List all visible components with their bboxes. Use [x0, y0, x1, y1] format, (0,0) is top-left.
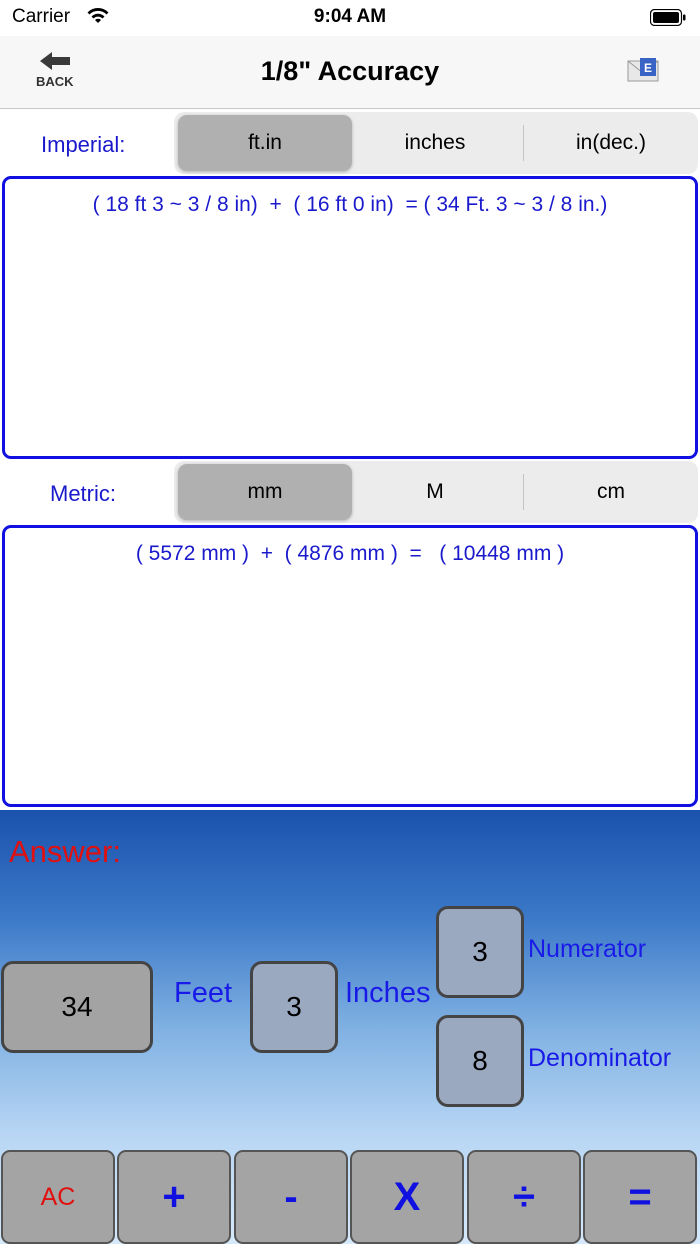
metric-result-box[interactable]: ( 5572 mm ) + ( 4876 mm ) = ( 10448 mm ): [2, 525, 698, 807]
denominator-label: Denominator: [528, 1044, 672, 1072]
segment-mm[interactable]: mm: [178, 464, 352, 520]
subtract-button[interactable]: -: [234, 1150, 348, 1244]
imperial-result-text: ( 18 ft 3 ~ 3 / 8 in) + ( 16 ft 0 in) = …: [92, 193, 608, 216]
status-bar: Carrier 9:04 AM: [0, 0, 700, 36]
segment-cm[interactable]: cm: [524, 461, 698, 523]
metric-row: Metric: mm M cm: [0, 461, 700, 525]
segment-m[interactable]: M: [348, 461, 522, 523]
svg-text:E: E: [644, 61, 652, 75]
segment-ft-in[interactable]: ft.in: [178, 115, 352, 171]
page-title: 1/8" Accuracy: [260, 56, 440, 86]
clock: 9:04 AM: [313, 6, 387, 27]
add-button[interactable]: +: [117, 1150, 231, 1244]
multiply-button[interactable]: X: [350, 1150, 464, 1244]
imperial-segmented-control: ft.in inches in(dec.): [174, 112, 698, 174]
mail-icon: E: [627, 58, 659, 82]
answer-label: Answer:: [9, 834, 121, 869]
numerator-value-field[interactable]: 3: [436, 906, 524, 998]
feet-value-field[interactable]: 34: [1, 961, 153, 1053]
metric-result-text: ( 5572 mm ) + ( 4876 mm ) = ( 10448 mm ): [135, 542, 565, 565]
navigation-bar: BACK 1/8" Accuracy E: [0, 36, 700, 109]
operator-row: AC + - X ÷ =: [0, 1150, 700, 1244]
numerator-label: Numerator: [528, 935, 647, 963]
all-clear-button[interactable]: AC: [1, 1150, 115, 1244]
imperial-row: Imperial: ft.in inches in(dec.): [0, 112, 700, 176]
equals-button[interactable]: =: [583, 1150, 697, 1244]
metric-segmented-control: mm M cm: [174, 461, 698, 523]
denominator-value-field[interactable]: 8: [436, 1015, 524, 1107]
metric-label: Metric:: [50, 481, 116, 506]
calculator-panel: Answer: 34 Feet 3 Inches 3 Numerator 8 D…: [0, 810, 700, 1244]
battery-icon: [650, 9, 686, 26]
imperial-result-box[interactable]: ( 18 ft 3 ~ 3 / 8 in) + ( 16 ft 0 in) = …: [2, 176, 698, 459]
feet-label: Feet: [174, 977, 233, 1009]
divide-button[interactable]: ÷: [467, 1150, 581, 1244]
segment-in-dec[interactable]: in(dec.): [524, 112, 698, 174]
imperial-label: Imperial:: [41, 132, 126, 157]
inches-label: Inches: [345, 977, 431, 1009]
segment-inches[interactable]: inches: [348, 112, 522, 174]
email-button[interactable]: E: [626, 54, 666, 86]
inches-value-field[interactable]: 3: [250, 961, 338, 1053]
